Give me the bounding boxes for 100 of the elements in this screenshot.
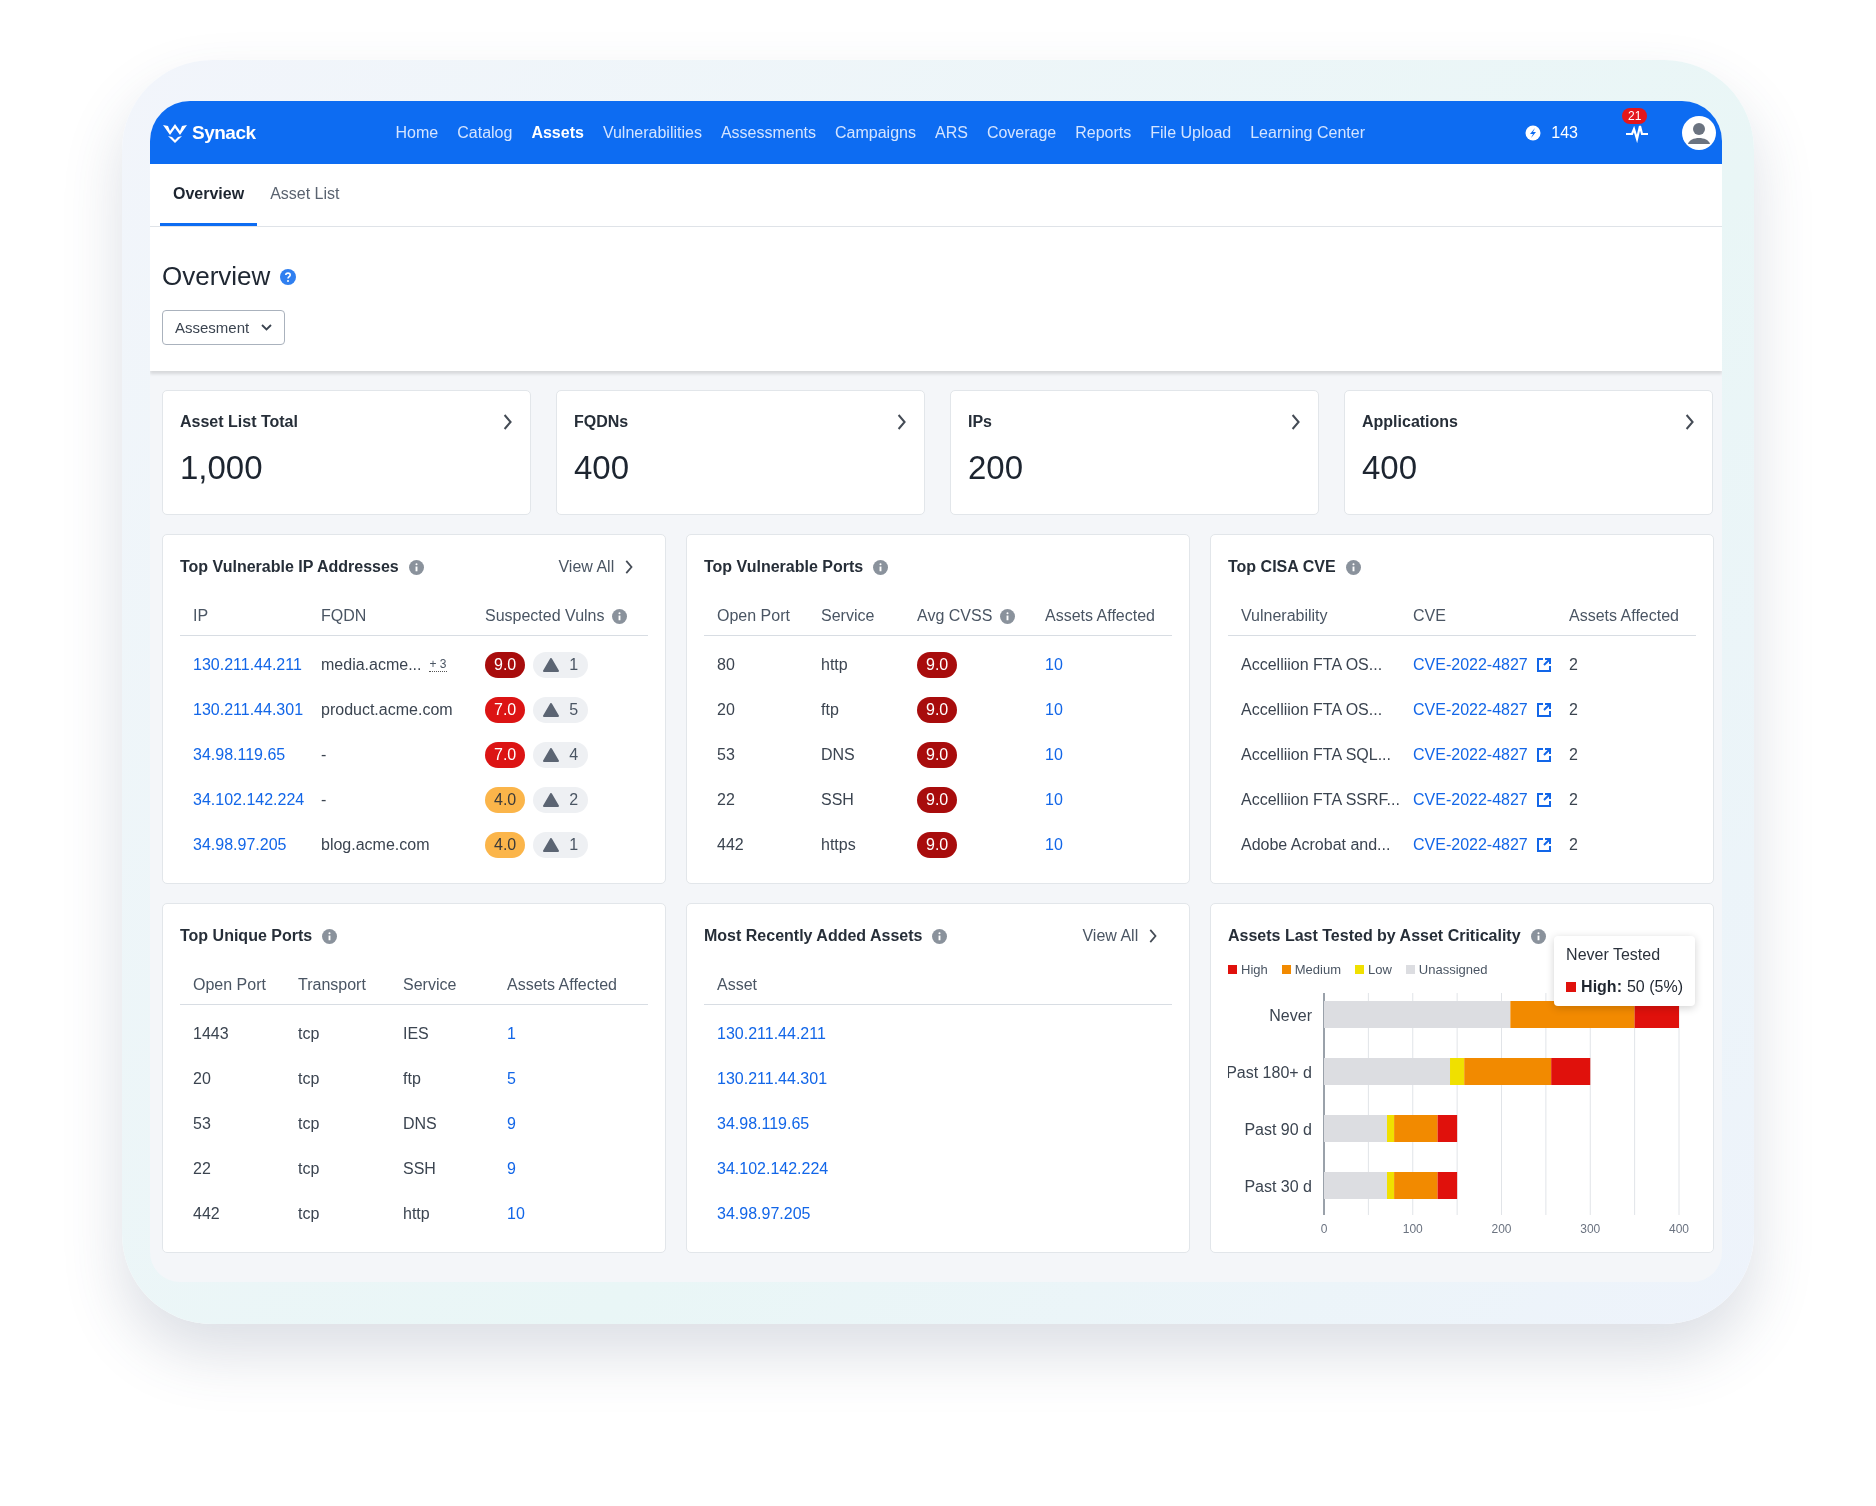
cve-link[interactable]: CVE-2022-4827 [1413, 745, 1528, 764]
assets-link[interactable]: 10 [1045, 655, 1063, 674]
nav-item[interactable]: Campaigns [835, 119, 916, 146]
chevron-right-icon[interactable] [895, 414, 907, 430]
category-label: Never [1269, 1006, 1312, 1024]
ip-link[interactable]: 130.211.44.211 [193, 655, 302, 674]
asset-link[interactable]: 34.102.142.224 [717, 1159, 829, 1178]
nav-item[interactable]: Coverage [986, 119, 1057, 146]
assets-link[interactable]: 10 [1045, 745, 1063, 764]
assets-link[interactable]: 1 [507, 1024, 516, 1043]
chevron-right-icon[interactable] [1148, 929, 1158, 943]
table-cell: Accelliion FTA SSRF... [1241, 790, 1400, 809]
stat-label: Asset List Total [180, 413, 298, 431]
table-cell: http [821, 655, 848, 674]
table-cell: 442 [717, 835, 744, 854]
nav-item[interactable]: Assessments [720, 119, 817, 146]
view-all-link[interactable]: View All [1082, 927, 1158, 945]
avatar-icon[interactable] [1682, 115, 1716, 150]
asset-link[interactable]: 34.98.97.205 [717, 1204, 811, 1223]
tooltip-value: 50 (5%) [1626, 978, 1683, 996]
legend-label[interactable]: Unassigned [1418, 962, 1488, 977]
assets-link[interactable]: 9 [507, 1114, 516, 1133]
score-badge: 7.0 [485, 741, 526, 768]
table-cell: ftp [403, 1069, 421, 1088]
warning-icon [543, 792, 560, 807]
info-icon [1530, 928, 1546, 944]
cve-link[interactable]: CVE-2022-4827 [1413, 835, 1528, 854]
assets-link[interactable]: 9 [507, 1159, 516, 1178]
nav-item[interactable]: Home [395, 119, 439, 146]
external-link-icon[interactable] [1535, 656, 1552, 673]
coin-icon [1525, 124, 1542, 141]
cve-link[interactable]: CVE-2022-4827 [1413, 655, 1528, 674]
nav-item[interactable]: File Upload [1150, 119, 1232, 146]
column-header: Assets Affected [507, 976, 617, 994]
card-title: Top Unique Ports [180, 927, 313, 945]
asset-link[interactable]: 34.98.119.65 [717, 1114, 810, 1133]
external-link-icon[interactable] [1535, 791, 1552, 808]
assets-link[interactable]: 10 [507, 1204, 525, 1223]
tick-label: 200 [1491, 1222, 1512, 1236]
external-link-icon[interactable] [1535, 836, 1552, 853]
asset-link[interactable]: 130.211.44.211 [717, 1024, 826, 1043]
ip-link[interactable]: 130.211.44.301 [193, 700, 304, 719]
ip-link[interactable]: 34.102.142.224 [193, 790, 305, 809]
chevron-right-icon[interactable] [624, 560, 634, 574]
stat-card[interactable]: FQDNs 400 [556, 390, 925, 515]
view-all-link[interactable]: View All [558, 558, 634, 576]
nav-item[interactable]: Vulnerabilities [602, 119, 702, 146]
external-link-icon[interactable] [1535, 701, 1552, 718]
stat-card[interactable]: Applications 400 [1344, 390, 1713, 515]
nav-item[interactable]: Learning Center [1250, 119, 1365, 146]
column-header: Service [821, 607, 875, 625]
tab[interactable]: Asset List [257, 164, 353, 226]
logo-text[interactable]: Synack [192, 121, 256, 144]
cve-link[interactable]: CVE-2022-4827 [1413, 700, 1528, 719]
stat-card[interactable]: IPs 200 [950, 390, 1319, 515]
chevron-right-icon[interactable] [501, 414, 513, 430]
external-link-icon[interactable] [1535, 746, 1552, 763]
asset-link[interactable]: 130.211.44.301 [717, 1069, 828, 1088]
chevron-right-icon[interactable] [1683, 414, 1695, 430]
column-header: Suspected Vulns [485, 607, 605, 625]
table-cell: DNS [403, 1114, 437, 1133]
nav-item[interactable]: Reports [1075, 119, 1132, 146]
nav-item[interactable]: Catalog [457, 119, 513, 146]
info-icon [1000, 608, 1016, 624]
score-badge: 4.0 [485, 831, 526, 858]
ip-link[interactable]: 34.98.97.205 [193, 835, 287, 854]
nav-item[interactable]: ARS [934, 119, 968, 146]
assets-link[interactable]: 10 [1045, 790, 1063, 809]
score-badge: 9.0 [917, 741, 958, 768]
warning-icon [543, 702, 560, 717]
cve-link[interactable]: CVE-2022-4827 [1413, 790, 1528, 809]
stat-label: IPs [968, 413, 992, 431]
assets-link[interactable]: 5 [507, 1069, 516, 1088]
nav-item[interactable]: Assets [531, 119, 584, 146]
table-cell: - [321, 745, 327, 764]
column-header: Service [403, 976, 457, 994]
legend-label[interactable]: Medium [1294, 962, 1341, 977]
stat-card[interactable]: Asset List Total 1,000 [162, 390, 531, 515]
help-icon[interactable] [280, 268, 297, 285]
assets-link[interactable]: 10 [1045, 700, 1063, 719]
ip-link[interactable]: 34.98.119.65 [193, 745, 286, 764]
score-badge: 9.0 [917, 651, 958, 678]
more-count[interactable]: + 3 [429, 657, 447, 672]
column-header: Vulnerability [1241, 607, 1328, 625]
table-cell: tcp [298, 1159, 320, 1178]
assets-link[interactable]: 10 [1045, 835, 1063, 854]
legend-label[interactable]: Low [1368, 962, 1392, 977]
column-header: IP [193, 607, 209, 625]
legend-label[interactable]: High [1241, 962, 1268, 977]
table-cell: media.acme... [321, 655, 422, 674]
info-icon [873, 559, 889, 575]
table-cell: 53 [193, 1114, 211, 1133]
chevron-right-icon[interactable] [1289, 414, 1301, 430]
stat-value: 400 [574, 449, 631, 487]
info-icon [408, 559, 424, 575]
table-cell: - [321, 790, 327, 809]
column-header: Transport [298, 976, 366, 994]
column-header: Asset [717, 976, 757, 994]
filter-dropdown[interactable]: Assesment [162, 310, 286, 345]
score-badge: 9.0 [917, 786, 958, 813]
